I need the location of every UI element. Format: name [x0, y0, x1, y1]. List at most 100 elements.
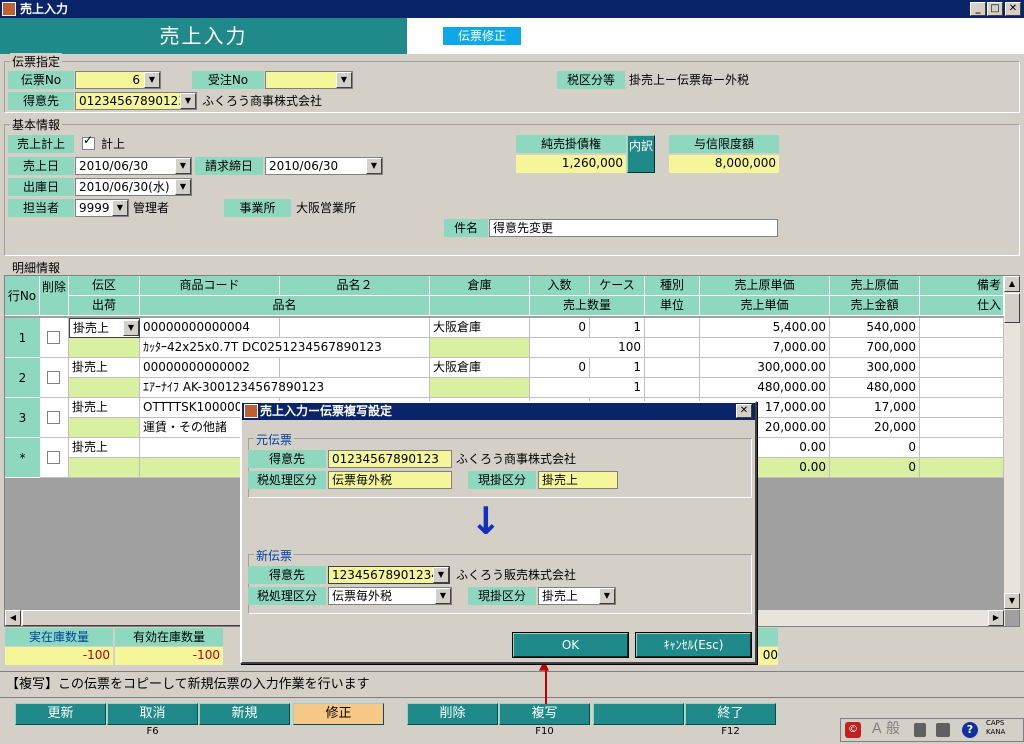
row-blank[interactable] [430, 378, 530, 398]
staff-select[interactable]: 9999 ▼ [75, 199, 129, 217]
cancel-button[interactable]: ｷｬﾝｾﾙ(Esc) [635, 632, 752, 658]
row-product-name[interactable]: ｶｯﾀｰ42x25x0.7T DC0251234567890123 [140, 338, 430, 358]
scroll-left-icon[interactable]: ◀ [5, 610, 21, 626]
chevron-down-icon[interactable]: ▼ [336, 72, 352, 88]
maximize-button[interactable]: □ [987, 2, 1003, 16]
delete-checkbox[interactable] [47, 411, 60, 424]
row-product-code[interactable]: 00000000000002 [140, 358, 280, 378]
row-blank[interactable] [430, 338, 530, 358]
chevron-down-icon[interactable]: ▼ [144, 72, 160, 88]
sales-date-picker[interactable]: 2010/06/30 ▼ [75, 157, 192, 175]
row-type[interactable] [645, 358, 700, 378]
delete-checkbox[interactable] [47, 331, 60, 344]
row-amount[interactable]: 480,000 [830, 378, 920, 398]
customer-select[interactable]: 01234567890123 ▼ [75, 92, 197, 110]
row-ship[interactable] [69, 378, 140, 398]
fkey-button-8[interactable]: 終了 [685, 703, 776, 725]
ok-button[interactable]: OK [512, 632, 629, 658]
row-cost[interactable]: 17,000 [830, 398, 920, 418]
row-price[interactable]: 7,000.00 [700, 338, 830, 358]
row-per-case[interactable]: 0 [530, 318, 590, 338]
chevron-down-icon[interactable]: ▼ [433, 567, 449, 583]
chevron-down-icon[interactable]: ▼ [112, 200, 128, 216]
row-cost[interactable]: 0 [830, 438, 920, 458]
chevron-down-icon[interactable]: ▼ [123, 320, 139, 336]
chevron-down-icon[interactable]: ▼ [175, 179, 191, 195]
row-purchase[interactable] [920, 418, 1004, 438]
closing-date-picker[interactable]: 2010/06/30 ▼ [265, 157, 383, 175]
row-ship[interactable] [69, 338, 140, 358]
chevron-down-icon[interactable]: ▼ [599, 588, 615, 604]
help-icon[interactable]: ? [962, 722, 978, 738]
scroll-up-icon[interactable]: ▲ [1004, 276, 1020, 292]
row-cost[interactable]: 300,000 [830, 358, 920, 378]
breakdown-button[interactable]: 内訳 [627, 135, 655, 173]
new-cash-select[interactable]: 掛売上 ▼ [538, 587, 616, 605]
scroll-down-icon[interactable]: ▼ [1004, 593, 1020, 609]
row-purchase[interactable] [920, 338, 1004, 358]
dialog-close-button[interactable]: ✕ [736, 404, 752, 418]
fkey-button-5[interactable]: 削除 [407, 703, 498, 725]
row-cost-unit[interactable]: 5,400.00 [700, 318, 830, 338]
chevron-down-icon[interactable]: ▼ [366, 158, 382, 174]
vertical-scroll-thumb[interactable] [1004, 293, 1020, 323]
row-kind[interactable]: 掛売上 [69, 438, 140, 458]
fkey-button-1[interactable]: 更新 [15, 703, 106, 725]
ime-tool-icon[interactable] [914, 723, 926, 737]
ship-date-picker[interactable]: 2010/06/30(水) ▼ [75, 178, 192, 196]
row-name2[interactable] [280, 318, 430, 338]
ime-pad-icon[interactable] [936, 723, 950, 737]
close-button[interactable]: ✕ [1005, 2, 1021, 16]
row-note[interactable] [920, 438, 1004, 458]
new-tax-select[interactable]: 伝票毎外税 ▼ [328, 587, 452, 605]
row-qty[interactable]: 1 [530, 378, 645, 398]
row-amount[interactable]: 20,000 [830, 418, 920, 438]
row-warehouse[interactable]: 大阪倉庫 [430, 318, 530, 338]
row-name2[interactable] [280, 358, 430, 378]
chevron-down-icon[interactable]: ▼ [175, 158, 191, 174]
new-customer-select[interactable]: 12345678901234 ▼ [328, 566, 450, 584]
slip-no-select[interactable]: 6 ▼ [75, 71, 161, 89]
row-ship[interactable] [69, 458, 140, 478]
row-amount[interactable]: 700,000 [830, 338, 920, 358]
row-product-code[interactable]: 00000000000004 [140, 318, 280, 338]
scroll-right-icon[interactable]: ▶ [988, 610, 1004, 626]
ime-icon[interactable]: © [845, 722, 861, 738]
row-note[interactable] [920, 358, 1004, 378]
row-warehouse[interactable]: 大阪倉庫 [430, 358, 530, 378]
row-cost[interactable]: 540,000 [830, 318, 920, 338]
row-purchase[interactable] [920, 378, 1004, 398]
row-ship[interactable] [69, 418, 140, 438]
row-per-case[interactable]: 0 [530, 358, 590, 378]
fkey-button-6[interactable]: 複写 [499, 703, 590, 725]
fkey-button-2[interactable]: 取消 [107, 703, 198, 725]
order-no-select[interactable]: ▼ [265, 71, 353, 89]
row-product-name[interactable]: ｴｱｰﾅｲﾌ AK-3001234567890123 [140, 378, 430, 398]
row-price[interactable]: 480,000.00 [700, 378, 830, 398]
horizontal-scroll-thumb[interactable] [22, 610, 252, 626]
row-note[interactable] [920, 398, 1004, 418]
row-cost-unit[interactable]: 300,000.00 [700, 358, 830, 378]
row-amount[interactable]: 0 [830, 458, 920, 478]
chevron-down-icon[interactable]: ▼ [180, 93, 196, 109]
row-kind[interactable]: 掛売上 [69, 358, 140, 378]
row-type[interactable] [645, 318, 700, 338]
delete-checkbox[interactable] [47, 371, 60, 384]
row-unit[interactable] [645, 378, 700, 398]
fkey-button-7[interactable] [593, 703, 684, 725]
row-case[interactable]: 1 [590, 358, 645, 378]
vertical-scrollbar[interactable] [1004, 276, 1020, 610]
ime-mode[interactable]: A 般 [872, 720, 900, 738]
subject-input[interactable]: 得意先変更 [489, 219, 778, 237]
minimize-button[interactable]: _ [970, 2, 986, 16]
row-purchase[interactable] [920, 458, 1004, 478]
fkey-button-4[interactable]: 修正 [293, 703, 384, 725]
row-case[interactable]: 1 [590, 318, 645, 338]
fkey-button-3[interactable]: 新規 [199, 703, 290, 725]
row-unit[interactable] [645, 338, 700, 358]
chevron-down-icon[interactable]: ▼ [435, 588, 451, 604]
row-qty[interactable]: 100 [530, 338, 645, 358]
delete-checkbox[interactable] [47, 451, 60, 464]
row-kind[interactable]: 掛売上 [69, 398, 140, 418]
row-note[interactable] [920, 318, 1004, 338]
